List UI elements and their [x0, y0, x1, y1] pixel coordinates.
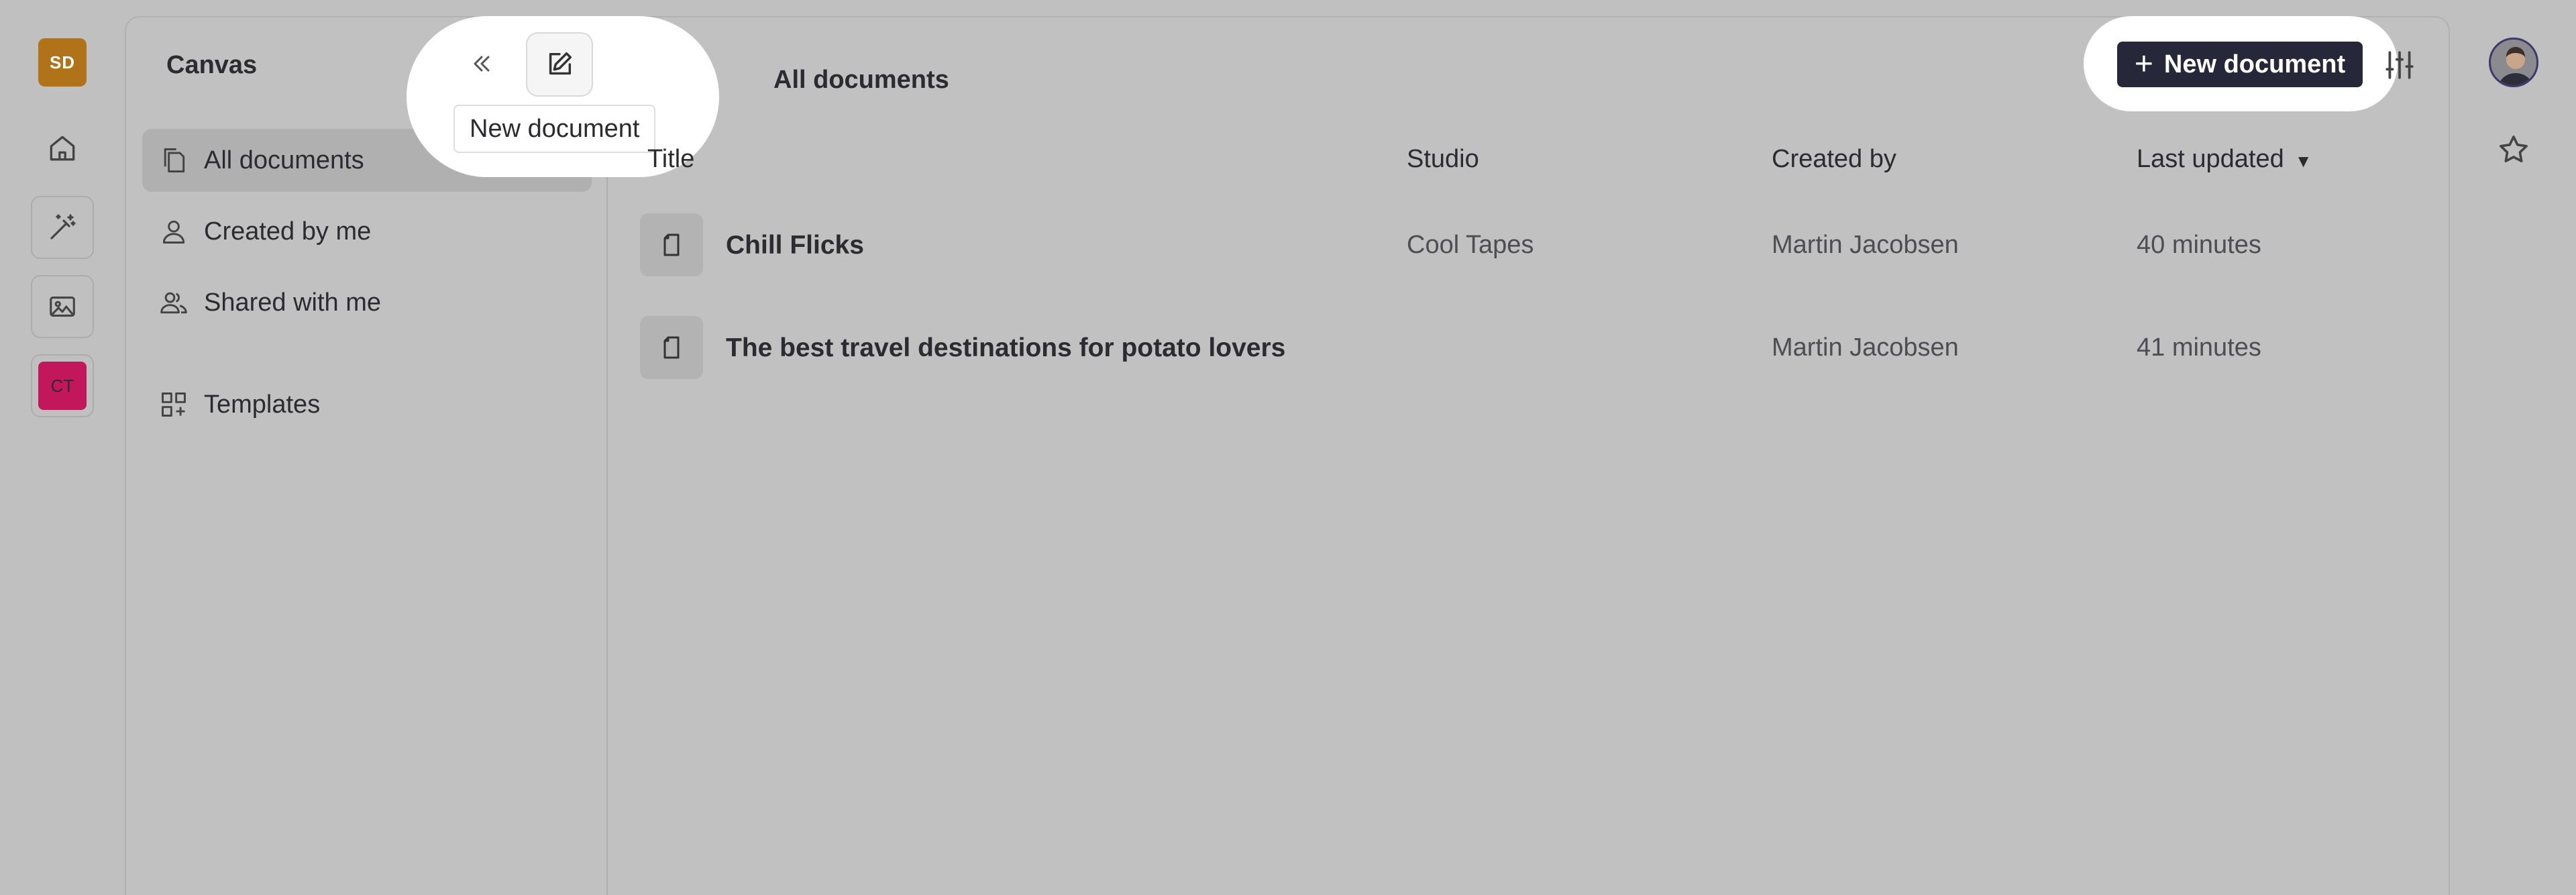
chevrons-left-icon [474, 56, 490, 72]
column-header-label: Last updated [2137, 145, 2284, 173]
sidebar-item-templates[interactable]: Templates [142, 373, 592, 436]
users-icon [157, 286, 191, 319]
sidebar-item-created-by-me[interactable]: Created by me [142, 200, 592, 263]
star-icon [2500, 136, 2528, 162]
workspace-initials: SD [49, 52, 76, 72]
home-icon[interactable] [46, 131, 79, 165]
filter-settings-button[interactable] [2383, 48, 2416, 82]
document-studio: Cool Tapes [1407, 231, 1534, 259]
sliders-icon [2385, 51, 2414, 79]
column-header-studio[interactable]: Studio [1407, 145, 1479, 174]
app-title: Canvas [166, 51, 258, 79]
column-header-last-updated[interactable]: Last updated ▼ [2137, 145, 2312, 174]
document-icon [640, 316, 703, 379]
magic-wand-icon [50, 214, 76, 240]
document-creator: Martin Jacobsen [1772, 333, 1959, 362]
document-title[interactable]: Chill Flicks [726, 231, 864, 260]
studio-initials: CT [50, 375, 74, 396]
new-document-label: New document [2163, 50, 2346, 78]
studio-badge: CT [38, 362, 87, 410]
sort-descending-icon: ▼ [2294, 151, 2312, 171]
user-avatar-image [2491, 40, 2536, 85]
image-icon [50, 297, 75, 317]
sidebar-item-label: Templates [204, 390, 321, 419]
avatar[interactable] [2489, 38, 2538, 87]
document-title[interactable]: The best travel destinations for potato … [726, 333, 1285, 363]
new-document-button[interactable]: + New document [2117, 42, 2363, 87]
studio-button[interactable]: CT [31, 354, 94, 417]
sidebar-item-label: Created by me [204, 217, 372, 246]
workspace-badge[interactable]: SD [38, 38, 87, 87]
sidebar-item-label: All documents [204, 146, 364, 174]
sidebar-item-label: Shared with me [204, 288, 382, 317]
favorites-button[interactable] [2496, 131, 2532, 168]
page-title: All documents [773, 66, 949, 94]
document-last-updated: 40 minutes [2137, 231, 2261, 259]
document-last-updated: 41 minutes [2137, 333, 2261, 362]
templates-icon [157, 388, 191, 421]
document-icon [640, 213, 703, 276]
left-rail: SD CT [0, 0, 125, 895]
images-button[interactable] [31, 275, 94, 338]
new-document-icon-button[interactable] [526, 32, 593, 97]
column-header-created-by[interactable]: Created by [1772, 145, 1896, 174]
plus-icon: + [2134, 46, 2153, 82]
documents-icon [157, 144, 191, 177]
edit-icon [549, 52, 572, 75]
column-header-title[interactable]: Title [647, 145, 694, 174]
document-creator: Martin Jacobsen [1772, 231, 1959, 259]
new-document-tooltip: New document [453, 105, 656, 153]
collapse-sidebar-button[interactable] [462, 47, 502, 81]
app-root: SD CT Canvas All documents Created by me… [0, 0, 2576, 895]
user-icon [157, 215, 191, 248]
magic-wand-button[interactable] [31, 196, 94, 259]
sidebar-item-shared-with-me[interactable]: Shared with me [142, 271, 592, 334]
